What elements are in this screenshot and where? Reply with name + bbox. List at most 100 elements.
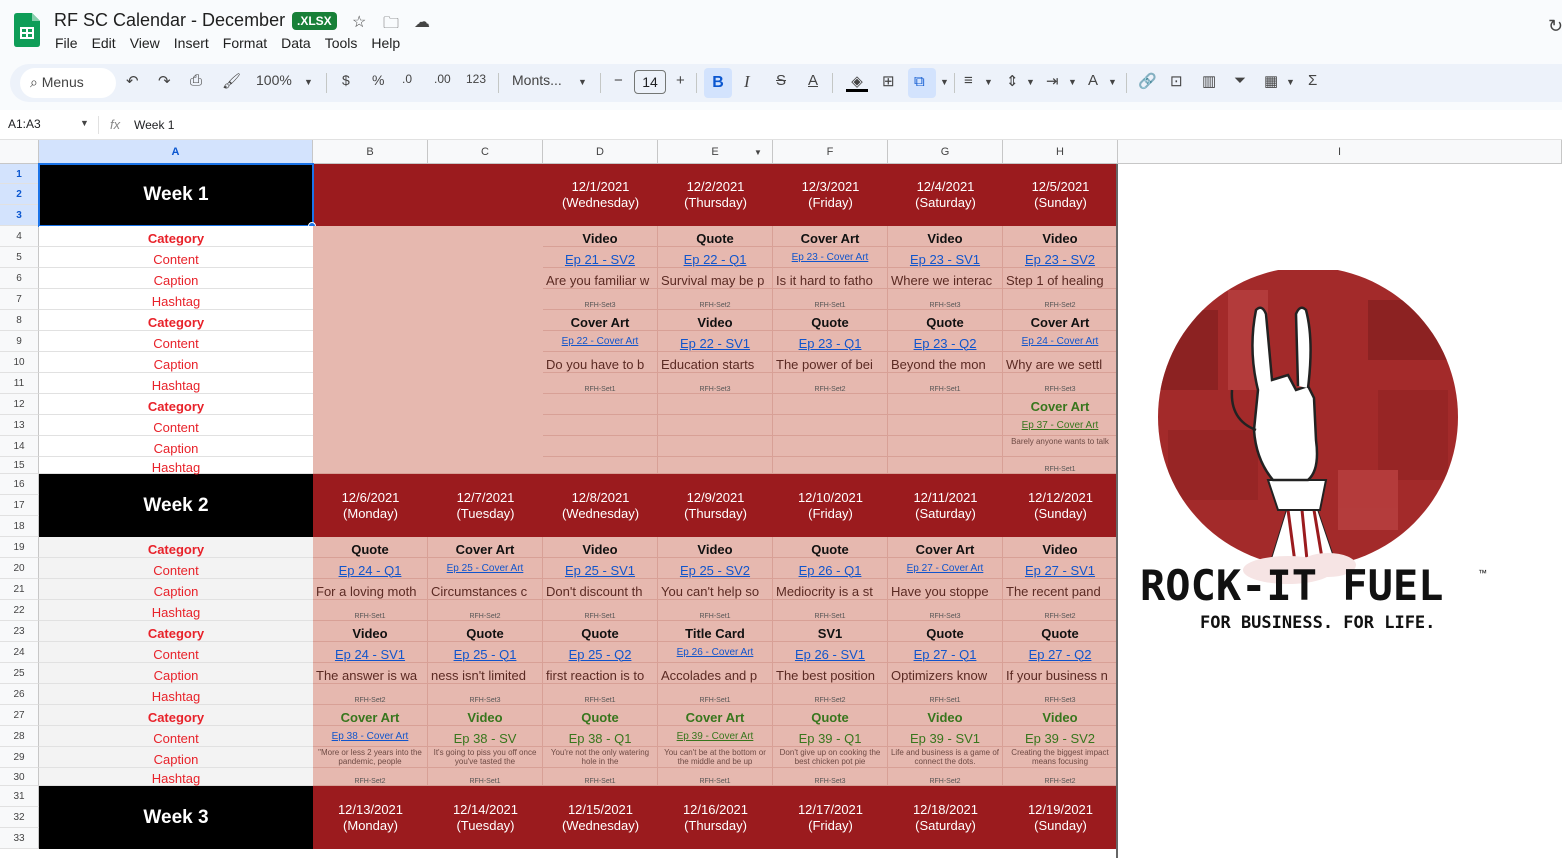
post-cell[interactable]: RFH-Set1	[543, 373, 658, 394]
menu-format[interactable]: Format	[223, 35, 267, 51]
post-cell[interactable]: It's going to piss you off once you've t…	[428, 747, 543, 768]
post-cell[interactable]: RFH-Set1	[658, 684, 773, 705]
content-link[interactable]: Ep 26 - SV1	[773, 642, 887, 662]
print-icon[interactable]: ⎙	[190, 72, 202, 89]
row-header-18[interactable]: 18	[0, 516, 39, 537]
post-cell[interactable]: Video	[658, 310, 773, 331]
filter-views-chevron-down-icon[interactable]: ▼	[1286, 77, 1295, 87]
content-link[interactable]: Ep 27 - Q1	[888, 642, 1002, 662]
star-icon[interactable]: ☆	[352, 12, 366, 32]
content-link[interactable]: Ep 27 - Cover Art	[888, 558, 1002, 574]
content-link[interactable]: Ep 38 - Cover Art	[313, 726, 427, 742]
post-cell[interactable]	[888, 394, 1003, 415]
date-header-cell[interactable]: 12/3/2021 (Friday)	[773, 164, 888, 226]
content-link[interactable]: Ep 23 - SV2	[1003, 247, 1117, 267]
content-link[interactable]: Ep 22 - Q1	[658, 247, 772, 267]
post-cell[interactable]: RFH-Set1	[888, 684, 1003, 705]
post-cell[interactable]: Quote	[428, 621, 543, 642]
italic-button[interactable]: I	[744, 72, 750, 92]
post-cell[interactable]	[773, 457, 888, 474]
date-header-cell[interactable]: 12/13/2021 (Monday)	[313, 786, 428, 849]
date-header-cell[interactable]: 12/5/2021 (Sunday)	[1003, 164, 1118, 226]
row-header-5[interactable]: 5	[0, 247, 39, 268]
row-header-33[interactable]: 33	[0, 828, 39, 849]
row-header-1[interactable]: 1	[0, 164, 39, 184]
content-link[interactable]: Ep 23 - SV1	[888, 247, 1002, 267]
content-link[interactable]	[888, 415, 1002, 420]
post-cell[interactable]: RFH-Set1	[543, 684, 658, 705]
post-cell[interactable]: Are you familiar w	[543, 268, 658, 289]
post-cell[interactable]: Cover Art	[428, 537, 543, 558]
date-header-cell[interactable]: 12/7/2021 (Tuesday)	[428, 474, 543, 537]
post-cell[interactable]: Ep 23 - Cover Art	[773, 247, 888, 268]
post-cell[interactable]: Ep 25 - Q2	[543, 642, 658, 663]
post-cell[interactable]: Cover Art	[888, 537, 1003, 558]
post-cell[interactable]: Ep 38 - Q1	[543, 726, 658, 747]
row-header-20[interactable]: 20	[0, 558, 39, 579]
post-cell[interactable]: Ep 22 - Q1	[658, 247, 773, 268]
post-cell[interactable]: You're not the only watering hole in the	[543, 747, 658, 768]
post-cell[interactable]: RFH-Set2	[773, 684, 888, 705]
post-cell[interactable]: Video	[543, 537, 658, 558]
post-cell[interactable]: RFH-Set1	[543, 600, 658, 621]
column-header-g[interactable]: G	[888, 140, 1003, 164]
redo-icon[interactable]: ↷	[158, 72, 171, 90]
column-e-filter-chevron-down-icon[interactable]: ▼	[754, 148, 762, 157]
font-chevron-down-icon[interactable]: ▼	[578, 77, 587, 87]
post-cell[interactable]: Circumstances c	[428, 579, 543, 600]
post-cell[interactable]: ness isn't limited	[428, 663, 543, 684]
post-cell[interactable]: Why are we settl	[1003, 352, 1118, 373]
post-cell[interactable]: Ep 26 - Cover Art	[658, 642, 773, 663]
post-cell[interactable]: Ep 27 - Cover Art	[888, 558, 1003, 579]
decrease-decimal-button[interactable]: .0	[402, 72, 412, 86]
font-size-input[interactable]: 14	[634, 70, 666, 94]
merge-cells-button[interactable]: ⧉	[908, 68, 936, 98]
content-link[interactable]: Ep 39 - Q1	[773, 726, 887, 746]
post-cell[interactable]: Ep 39 - SV2	[1003, 726, 1118, 747]
row-header-10[interactable]: 10	[0, 352, 39, 373]
date-header-cell[interactable]: 12/15/2021 (Wednesday)	[543, 786, 658, 849]
row-header-24[interactable]: 24	[0, 642, 39, 663]
fill-color-icon[interactable]: ◈	[846, 72, 868, 92]
post-cell[interactable]: Ep 23 - Q1	[773, 331, 888, 352]
content-link[interactable]: Ep 23 - Q1	[773, 331, 887, 351]
post-cell[interactable]: RFH-Set1	[658, 768, 773, 786]
row-header-6[interactable]: 6	[0, 268, 39, 289]
content-link[interactable]: Ep 37 - Cover Art	[1003, 415, 1117, 431]
formula-input[interactable]: Week 1	[134, 118, 174, 132]
sheets-logo-icon[interactable]	[14, 13, 40, 47]
post-cell[interactable]: The power of bei	[773, 352, 888, 373]
date-header-cell[interactable]: 12/8/2021 (Wednesday)	[543, 474, 658, 537]
insert-comment-icon[interactable]: ⊡	[1170, 72, 1183, 90]
cloud-status-icon[interactable]: ☁	[414, 12, 430, 32]
row-header-29[interactable]: 29	[0, 747, 39, 768]
zoom-chevron-down-icon[interactable]: ▼	[304, 77, 313, 87]
post-cell[interactable]: Accolades and p	[658, 663, 773, 684]
align-chevron-down-icon[interactable]: ▼	[984, 77, 993, 87]
row-header-13[interactable]: 13	[0, 415, 39, 436]
post-cell[interactable]	[773, 394, 888, 415]
post-cell[interactable]: Ep 26 - SV1	[773, 642, 888, 663]
column-header-a[interactable]: A	[39, 140, 313, 164]
post-cell[interactable]: Video	[888, 705, 1003, 726]
post-cell[interactable]: RFH-Set3	[773, 768, 888, 786]
post-cell[interactable]: Quote	[543, 705, 658, 726]
post-cell[interactable]: Cover Art	[658, 705, 773, 726]
post-cell[interactable]	[888, 457, 1003, 474]
row-header-26[interactable]: 26	[0, 684, 39, 705]
more-formats-button[interactable]: 123	[466, 72, 486, 86]
history-icon[interactable]: ↻	[1548, 16, 1562, 37]
wrap-chevron-down-icon[interactable]: ▼	[1068, 77, 1077, 87]
post-cell[interactable]: RFH-Set3	[888, 600, 1003, 621]
post-cell[interactable]: Ep 38 - SV	[428, 726, 543, 747]
post-cell[interactable]	[658, 457, 773, 474]
content-link[interactable]: Ep 39 - SV2	[1003, 726, 1117, 746]
functions-button[interactable]: Σ	[1308, 72, 1317, 89]
row-header-7[interactable]: 7	[0, 289, 39, 310]
post-cell[interactable]: Ep 23 - Q2	[888, 331, 1003, 352]
post-cell[interactable]: RFH-Set3	[888, 289, 1003, 310]
post-cell[interactable]: The answer is wa	[313, 663, 428, 684]
filter-icon[interactable]: ⏷	[1234, 72, 1246, 89]
post-cell[interactable]	[888, 415, 1003, 436]
post-cell[interactable]: Barely anyone wants to talk	[1003, 436, 1118, 457]
